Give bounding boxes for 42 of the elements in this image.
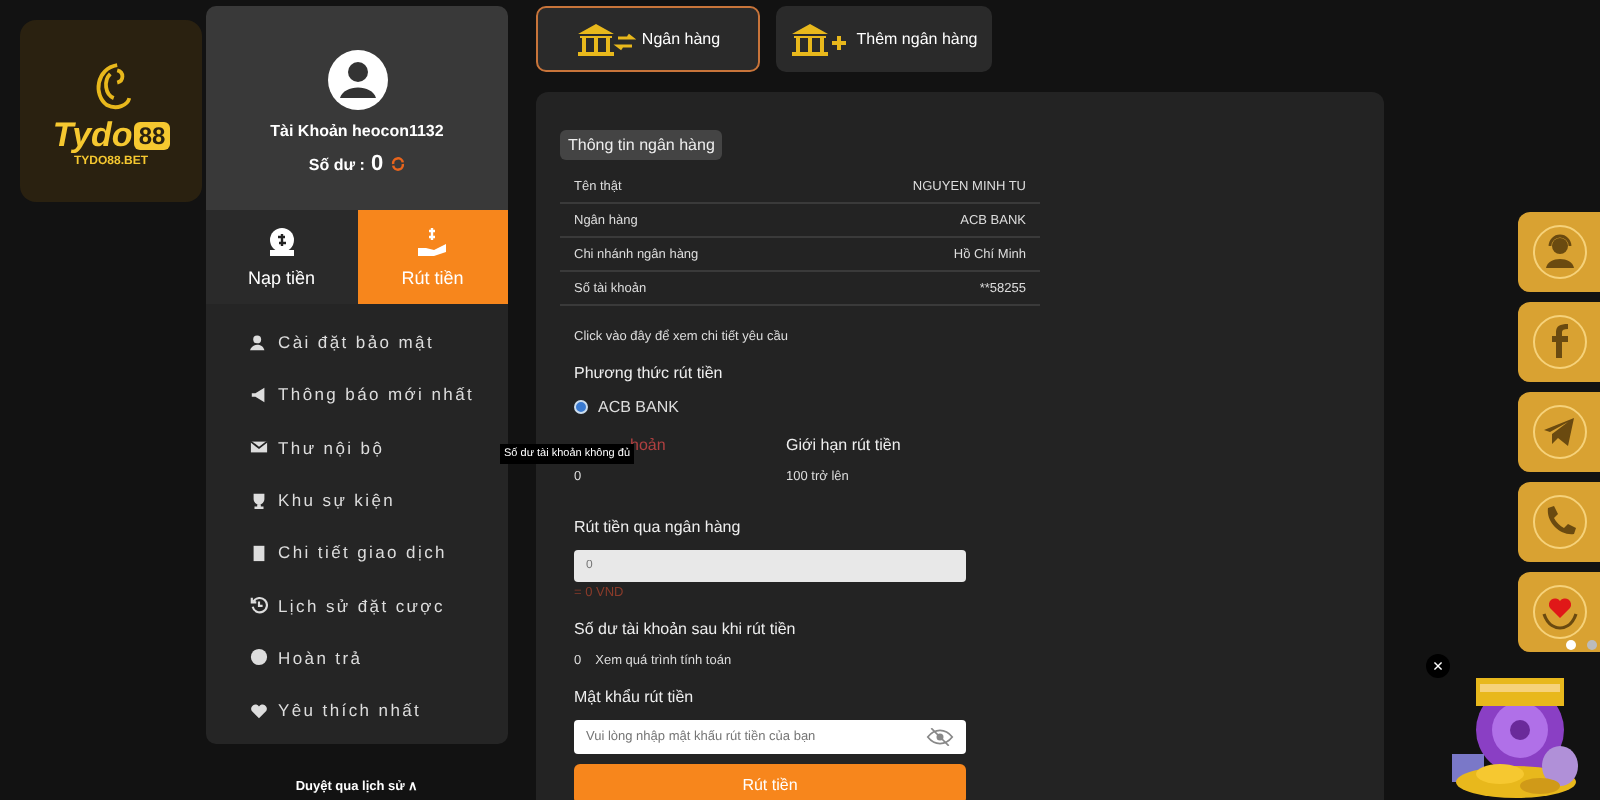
badge-icon — [1529, 312, 1589, 372]
method-title: Phương thức rút tiền — [574, 364, 723, 382]
refresh-icon[interactable] — [389, 156, 406, 172]
logo-text: Tydo — [52, 115, 133, 155]
menu-item[interactable]: Yêu thích nhất — [250, 684, 508, 737]
amount-label: Rút tiền qua ngân hàng — [574, 518, 741, 536]
password-label: Mật khẩu rút tiền — [574, 688, 694, 706]
tab[interactable]: Ngân hàng — [536, 6, 760, 72]
menu-item[interactable]: Cài đặt bảo mật — [250, 316, 508, 369]
badge-icon — [1529, 402, 1589, 462]
tab[interactable]: Thêm ngân hàng — [776, 6, 992, 72]
section-title: Thông tin ngân hàng — [560, 130, 723, 160]
menu-item[interactable]: Thông báo mới nhất — [250, 368, 508, 422]
badge-icon — [1529, 582, 1589, 642]
balance-label: Số dư : — [308, 155, 365, 173]
menu-item[interactable]: Hoàn trả — [250, 631, 508, 685]
contact-button[interactable] — [1518, 392, 1600, 472]
avatar-icon — [327, 50, 387, 110]
contact-button[interactable] — [1518, 302, 1600, 382]
limit-heading: Giới hạn rút tiền — [786, 436, 903, 454]
menu-item[interactable]: Lịch sử đặt cược — [250, 578, 508, 632]
carousel-dots-icon — [1566, 640, 1598, 650]
badge-icon — [1529, 222, 1589, 282]
contact-button[interactable] — [1518, 212, 1600, 292]
method-option: ACB BANK — [598, 398, 679, 416]
bank-icon — [575, 21, 636, 57]
eye-slash-icon[interactable] — [926, 727, 954, 745]
contact-button[interactable] — [1518, 482, 1600, 562]
close-button[interactable]: × — [1426, 654, 1450, 678]
menu-item[interactable]: Chi tiết giao dịch — [250, 526, 508, 579]
money-bag-icon — [265, 226, 298, 258]
badge-icon — [1529, 492, 1589, 552]
bank-icon — [790, 21, 851, 57]
contact-button[interactable] — [1518, 572, 1600, 652]
after-balance-label: Số dư tài khoản sau khi rút tiền — [574, 620, 796, 638]
balance-value: 0 — [370, 152, 384, 176]
wallet-action-button[interactable]: Nạp tiền — [206, 210, 357, 304]
hand-coin-icon — [416, 226, 449, 258]
account-name: Tài Khoản heocon1132 — [270, 122, 444, 140]
menu-item[interactable]: Khu sự kiện — [250, 473, 508, 527]
logo-number: 88 — [134, 121, 170, 149]
radio-button[interactable] — [574, 400, 588, 414]
